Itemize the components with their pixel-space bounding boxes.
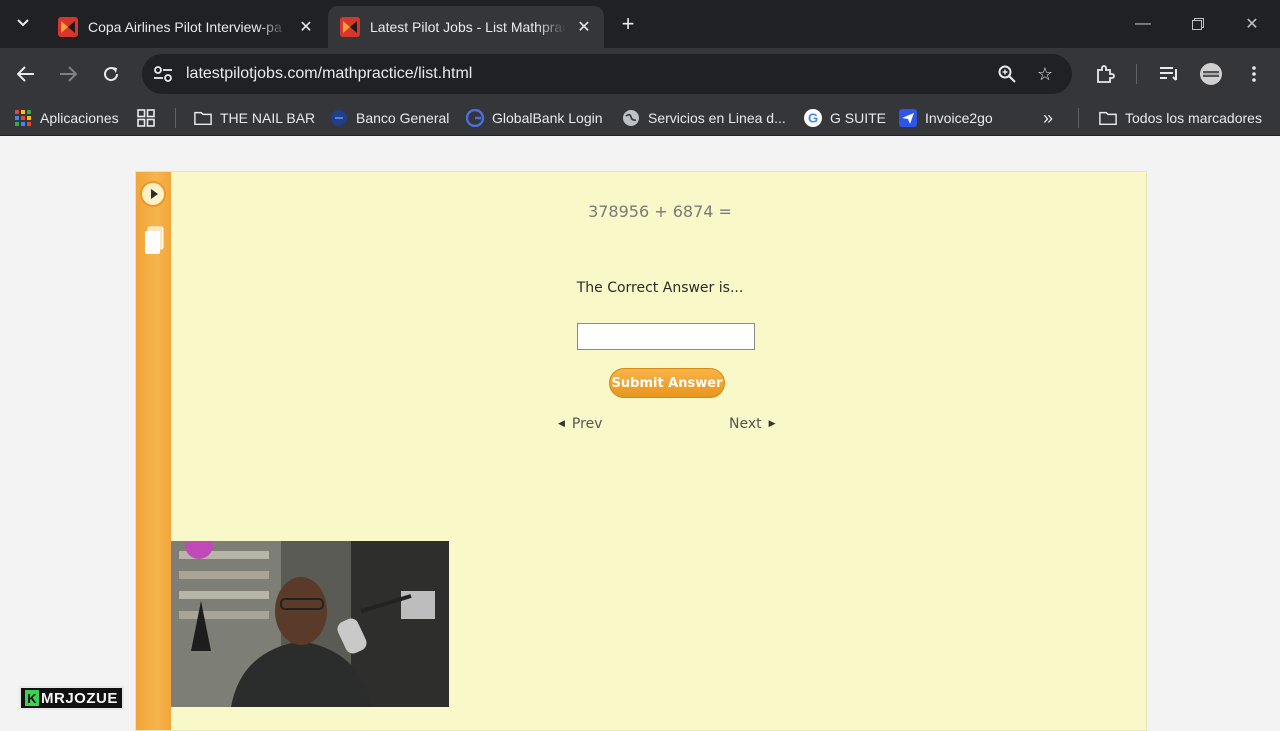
bookmarks-divider — [175, 108, 176, 128]
submit-answer-button[interactable]: Submit Answer — [609, 368, 725, 398]
invoice2go-icon — [899, 109, 917, 127]
bookmark-label: Invoice2go — [925, 110, 993, 126]
chevron-down-icon — [17, 19, 29, 27]
prev-label: Prev — [571, 416, 603, 432]
answer-prompt: The Correct Answer is... — [576, 280, 744, 296]
bookmark-invoice2go[interactable]: Invoice2go — [899, 106, 993, 130]
site-settings-icon[interactable] — [152, 64, 174, 84]
side-rail — [136, 172, 171, 730]
bookmark-servicios-en-linea[interactable]: Servicios en Linea d... — [622, 106, 786, 130]
next-label: Next — [729, 416, 762, 432]
next-link[interactable]: Next ▶ — [729, 416, 776, 432]
bookmarks-divider — [1078, 108, 1079, 128]
new-tab-button[interactable]: + — [616, 12, 640, 36]
toolbar-divider — [1136, 64, 1137, 84]
url-text: latestpilotjobs.com/mathpractice/list.ht… — [186, 65, 473, 82]
svg-text:G: G — [808, 111, 818, 126]
close-window-icon[interactable]: ✕ — [1237, 10, 1267, 38]
bookmark-aplicaciones[interactable]: Aplicaciones — [14, 106, 119, 130]
extensions-icon[interactable] — [1093, 62, 1117, 86]
menu-kebab-icon[interactable] — [1242, 62, 1266, 86]
apps-grid-icon — [14, 109, 32, 127]
prev-link[interactable]: ◀ Prev — [558, 416, 602, 432]
streamer-badge: K MRJOZUE — [19, 686, 124, 710]
bank-icon — [330, 109, 348, 127]
bookmark-tab-groups[interactable] — [137, 106, 163, 130]
globalbank-icon — [466, 109, 484, 127]
bookmarks-overflow-icon[interactable]: » — [1043, 106, 1053, 130]
bookmark-label: GlobalBank Login — [492, 110, 603, 126]
answer-input[interactable] — [577, 323, 755, 350]
bookmark-banco-general[interactable]: Banco General — [330, 106, 449, 130]
badge-text: MRJOZUE — [41, 689, 118, 707]
bookmark-label: THE NAIL BAR — [220, 110, 316, 126]
webcam-feed-image — [171, 541, 449, 707]
play-icon[interactable] — [140, 181, 166, 207]
forward-icon[interactable] — [54, 60, 82, 88]
globe-icon — [622, 109, 640, 127]
bookmark-globalbank-login[interactable]: GlobalBank Login — [466, 106, 603, 130]
bookmark-label: Todos los marcadores — [1125, 110, 1262, 126]
zoom-icon[interactable] — [996, 63, 1018, 85]
tab-title: Copa Airlines Pilot Interview-pa — [88, 19, 282, 35]
tab-search-button[interactable] — [10, 10, 36, 36]
address-bar[interactable]: latestpilotjobs.com/mathpractice/list.ht… — [142, 54, 1072, 94]
minimize-icon[interactable]: — — [1128, 10, 1158, 38]
bookmark-label: Aplicaciones — [40, 110, 119, 126]
folder-icon — [1099, 109, 1117, 127]
caret-left-icon: ◀ — [558, 419, 565, 429]
tab-copa-airlines[interactable]: Copa Airlines Pilot Interview-pa ✕ — [46, 6, 326, 48]
close-tab-icon[interactable]: ✕ — [574, 17, 594, 37]
bookmark-g-suite[interactable]: G G SUITE — [804, 106, 886, 130]
caret-right-icon: ▶ — [768, 419, 776, 429]
bookmark-star-icon[interactable]: ☆ — [1034, 63, 1056, 85]
bookmark-label: Servicios en Linea d... — [648, 110, 786, 126]
browser-toolbar: latestpilotjobs.com/mathpractice/list.ht… — [0, 48, 1280, 100]
bookmark-label: G SUITE — [830, 110, 887, 126]
tab-latest-pilot-jobs[interactable]: Latest Pilot Jobs - List Mathprac ✕ — [328, 6, 604, 48]
tab-groups-icon — [137, 109, 155, 127]
copy-icon[interactable] — [143, 226, 165, 256]
site-favicon-icon — [58, 17, 78, 37]
site-favicon-icon — [340, 17, 360, 37]
all-bookmarks-folder[interactable]: Todos los marcadores — [1099, 106, 1262, 130]
profile-avatar[interactable] — [1198, 62, 1224, 86]
reload-icon[interactable] — [97, 60, 125, 88]
close-tab-icon[interactable]: ✕ — [296, 17, 316, 37]
bookmarks-bar: Aplicaciones THE NAIL BAR Banco General … — [0, 100, 1280, 136]
bookmark-label: Banco General — [356, 110, 450, 126]
bookmark-the-nail-bar[interactable]: THE NAIL BAR — [194, 106, 315, 130]
tab-strip: Copa Airlines Pilot Interview-pa ✕ Lates… — [0, 0, 1280, 48]
restore-icon[interactable] — [1183, 10, 1213, 38]
google-icon: G — [804, 109, 822, 127]
reading-list-icon[interactable] — [1157, 62, 1181, 86]
math-equation: 378956 + 6874 = — [588, 202, 732, 221]
folder-icon — [194, 109, 212, 127]
badge-letter: K — [25, 690, 39, 706]
tab-title: Latest Pilot Jobs - List Mathprac — [370, 19, 566, 35]
back-icon[interactable] — [12, 60, 40, 88]
webcam-overlay — [171, 541, 449, 707]
